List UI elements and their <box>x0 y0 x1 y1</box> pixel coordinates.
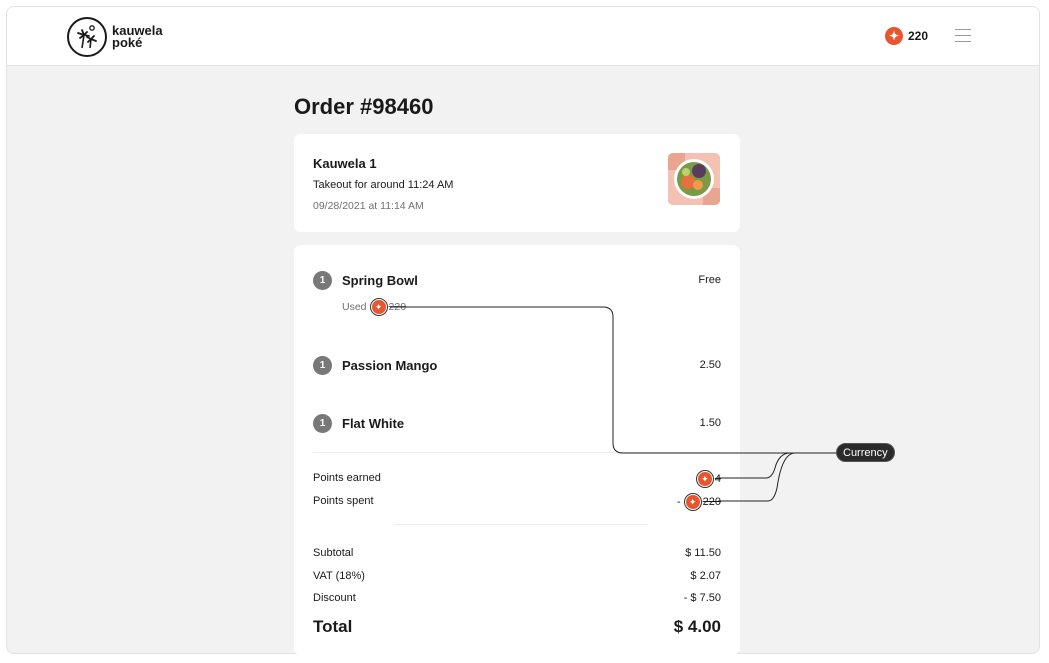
top-bar: kauwela poké ✦ 220 <box>7 7 1039 66</box>
star-coin-icon: ✦ <box>683 493 702 511</box>
store-name: Kauwela 1 <box>313 156 377 171</box>
points-spent-label: Points spent <box>313 495 374 507</box>
order-items-card: 1 Spring Bowl Free Used ✦ 220 1 Passion … <box>294 245 740 655</box>
star-coin-icon: ✦ <box>369 298 388 316</box>
points-earned-amount: 4 <box>714 473 721 485</box>
vat-row: VAT (18%) $ 2.07 <box>313 570 721 586</box>
points-earned-label: Points earned <box>313 472 381 484</box>
points-earned-row: Points earned ✦ 4 <box>313 470 721 488</box>
points-earned-value: ✦ 4 <box>693 470 721 488</box>
points-balance[interactable]: ✦ 220 <box>885 27 928 45</box>
item-name: Passion Mango <box>342 358 438 373</box>
total-label: Total <box>313 617 353 636</box>
used-points-amount: 220 <box>388 301 407 313</box>
hamburger-menu-icon[interactable] <box>955 29 971 43</box>
palm-trees-logo-icon <box>67 17 107 57</box>
store-card: Kauwela 1 Takeout for around 11:24 AM 09… <box>294 134 740 232</box>
discount-row: Discount - $ 7.50 <box>313 592 721 608</box>
points-spent-amount: 220 <box>702 496 721 508</box>
points-balance-value: 220 <box>908 29 929 43</box>
divider <box>313 452 721 453</box>
brand-logo[interactable]: kauwela poké <box>67 17 163 57</box>
discount-value: - $ 7.50 <box>683 592 721 604</box>
order-item: 1 Spring Bowl Free <box>313 270 721 292</box>
item-name: Spring Bowl <box>342 273 418 288</box>
takeout-time: Takeout for around 11:24 AM <box>313 179 454 191</box>
quantity-badge: 1 <box>313 414 332 433</box>
vat-label: VAT (18%) <box>313 570 365 582</box>
star-coin-icon: ✦ <box>885 27 903 45</box>
subtotal-value: $ 11.50 <box>685 547 721 559</box>
points-spent-row: Points spent - ✦ 220 <box>313 493 721 511</box>
item-name: Flat White <box>342 416 405 431</box>
brand-line-2: poké <box>112 35 143 50</box>
order-thumbnail-image <box>668 153 720 205</box>
item-price: 2.50 <box>699 359 721 371</box>
points-spent-prefix: - <box>676 496 681 508</box>
item-price: 1.50 <box>699 417 721 429</box>
brand-name: kauwela poké <box>112 24 163 50</box>
total-row: Total $ 4.00 <box>313 617 721 641</box>
discount-label: Discount <box>313 592 356 604</box>
order-item: 1 Flat White 1.50 <box>313 413 721 435</box>
order-date: 09/28/2021 at 11:14 AM <box>313 200 424 212</box>
page-title: Order #98460 <box>294 94 434 119</box>
order-item: 1 Passion Mango 2.50 <box>313 355 721 377</box>
subtotal-label: Subtotal <box>313 547 354 559</box>
quantity-badge: 1 <box>313 356 332 375</box>
quantity-badge: 1 <box>313 271 332 290</box>
vat-value: $ 2.07 <box>690 570 721 582</box>
points-spent-value: - ✦ 220 <box>676 493 721 511</box>
used-label: Used <box>342 301 367 313</box>
points-used-note: Used ✦ 220 <box>342 298 407 316</box>
currency-annotation-label: Currency <box>836 443 895 462</box>
subtotal-row: Subtotal $ 11.50 <box>313 547 721 563</box>
divider <box>394 524 648 525</box>
item-price: Free <box>698 274 721 286</box>
star-coin-icon: ✦ <box>695 470 714 488</box>
total-value: $ 4.00 <box>673 617 721 636</box>
